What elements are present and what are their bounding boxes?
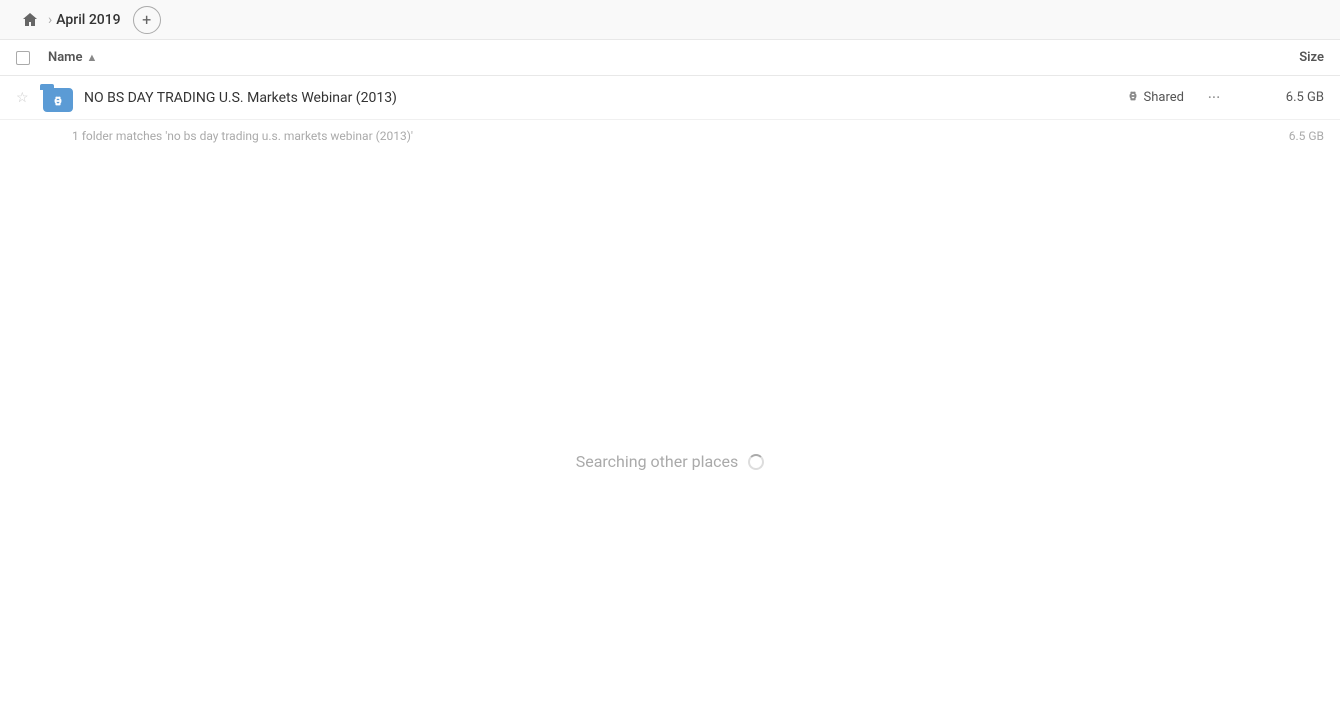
sort-arrow-icon: ▲	[86, 51, 97, 64]
breadcrumb-folder-name[interactable]: April 2019	[56, 12, 120, 28]
folder-icon	[40, 82, 76, 114]
column-header-row: Name ▲ Size	[0, 40, 1340, 76]
breadcrumb-separator: ›	[48, 12, 52, 28]
shared-label: Shared	[1144, 90, 1184, 105]
header-checkbox-col	[16, 51, 48, 65]
searching-section: Searching other places	[0, 452, 1340, 471]
summary-text: 1 folder matches 'no bs day trading u.s.…	[72, 129, 1244, 143]
more-options-button[interactable]: ···	[1200, 88, 1228, 107]
star-icon[interactable]: ☆	[16, 90, 40, 106]
summary-row: 1 folder matches 'no bs day trading u.s.…	[0, 120, 1340, 152]
loading-spinner	[748, 454, 764, 470]
size-column-header: Size	[1244, 50, 1324, 65]
file-name: NO BS DAY TRADING U.S. Markets Webinar (…	[84, 90, 1126, 106]
select-all-checkbox[interactable]	[16, 51, 30, 65]
searching-text: Searching other places	[576, 452, 739, 471]
link-overlay-icon	[49, 94, 67, 108]
shared-badge: Shared	[1126, 89, 1184, 107]
shared-link-icon	[1126, 89, 1140, 107]
add-tab-button[interactable]: +	[133, 6, 161, 34]
file-row[interactable]: ☆ NO BS DAY TRADING U.S. Markets Webinar…	[0, 76, 1340, 120]
home-button[interactable]	[16, 6, 44, 34]
file-size: 6.5 GB	[1244, 90, 1324, 105]
breadcrumb-bar: › April 2019 +	[0, 0, 1340, 40]
summary-size: 6.5 GB	[1244, 129, 1324, 143]
name-column-header[interactable]: Name ▲	[48, 50, 1244, 65]
